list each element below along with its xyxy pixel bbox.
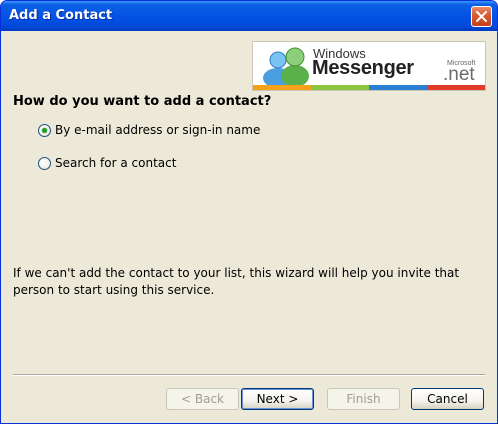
messenger-buddies-icon [263,47,309,88]
close-icon [476,11,487,22]
title-bar[interactable]: Add a Contact [1,1,497,31]
color-stripe [253,85,485,90]
brand-net-text: .net [443,64,475,85]
option-email[interactable]: By e-mail address or sign-in name [38,121,260,139]
option-email-label[interactable]: By e-mail address or sign-in name [55,123,260,137]
add-contact-window: Add a Contact Windows Messenger Microsof… [0,0,498,424]
cancel-button[interactable]: Cancel [411,388,484,410]
window-title: Add a Contact [9,8,113,23]
question-heading: How do you want to add a contact? [13,94,272,109]
radio-email[interactable] [38,123,51,137]
separator [13,374,485,376]
option-search-label[interactable]: Search for a contact [55,156,176,170]
finish-button[interactable]: Finish [327,388,400,410]
messenger-logo-banner: Windows Messenger Microsoft .net [252,41,486,91]
radio-search[interactable] [38,156,51,170]
next-button[interactable]: Next > [241,388,314,410]
dialog-body: Windows Messenger Microsoft .net How do … [4,31,494,422]
close-button[interactable] [471,6,492,27]
info-text: If we can't add the contact to your list… [13,266,460,297]
back-button[interactable]: < Back [166,388,239,410]
brand-messenger-text: Messenger [312,57,414,79]
option-search[interactable]: Search for a contact [38,154,176,172]
